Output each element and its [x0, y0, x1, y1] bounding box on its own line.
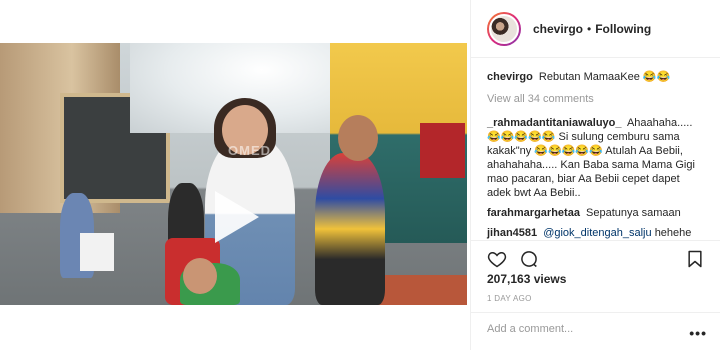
scene-man-head: [338, 115, 378, 161]
caption-text: Rebutan MamaaKee 😂😂: [538, 71, 671, 83]
following-button[interactable]: Following: [595, 22, 651, 36]
video-player[interactable]: OMED: [0, 43, 467, 305]
caption-username[interactable]: chevirgo: [487, 71, 533, 83]
scene-building-left: [0, 43, 170, 213]
comment-username[interactable]: farahmargarhetaa: [487, 207, 580, 219]
comment-username[interactable]: _rahmadantitaniawaluyo_: [487, 117, 622, 129]
caption: chevirgo Rebutan MamaaKee 😂😂: [487, 70, 705, 84]
separator-dot: •: [587, 21, 592, 36]
post-timestamp[interactable]: 1 DAY AGO: [487, 294, 532, 303]
comment-icon[interactable]: [519, 249, 539, 269]
heart-icon[interactable]: [487, 249, 507, 269]
comment-mention[interactable]: @giok_ditengah_salju: [543, 227, 651, 239]
post-dialog: OMED chevirgo • Following chevirgo Rebut…: [0, 0, 720, 350]
media-panel: OMED: [0, 0, 470, 350]
comment-text: Sepatunya samaan: [586, 207, 681, 219]
add-comment-placeholder[interactable]: Add a comment...: [487, 323, 573, 335]
username-link[interactable]: chevirgo: [533, 22, 583, 36]
view-count[interactable]: 207,163 views: [487, 272, 566, 286]
comment-item: jihan4581 @giok_ditengah_salju hehehe: [487, 226, 705, 240]
comment-item: _rahmadantitaniawaluyo_ Ahaahaha.....😂😂😂…: [487, 116, 705, 200]
scene-shopping-bag: [80, 233, 114, 271]
scene-sign: [420, 123, 465, 178]
scene-bench: [372, 275, 467, 305]
comments-list[interactable]: chevirgo Rebutan MamaaKee 😂😂 View all 34…: [471, 58, 720, 240]
bookmark-icon[interactable]: [685, 249, 705, 269]
comment-text: hehehe: [654, 227, 692, 239]
avatar[interactable]: [487, 11, 521, 46]
view-all-comments-link[interactable]: View all 34 comments: [487, 92, 705, 106]
comment-username[interactable]: jihan4581: [487, 227, 537, 239]
post-info-panel: chevirgo • Following chevirgo Rebutan Ma…: [470, 0, 720, 350]
video-watermark: OMED: [228, 143, 271, 158]
action-bar: [471, 240, 720, 272]
add-comment-field[interactable]: Add a comment... •••: [471, 312, 720, 350]
scene-boy-head: [183, 258, 217, 294]
play-icon[interactable]: [211, 189, 261, 245]
scene-man: [315, 153, 385, 305]
comment-text: Ahaahaha.....😂😂😂😂😂 Si sulung cemburu sam…: [487, 117, 695, 199]
more-options-icon[interactable]: •••: [689, 325, 707, 341]
post-header: chevirgo • Following: [471, 0, 720, 58]
comment-item: farahmargarhetaa Sepatunya samaan: [487, 206, 705, 220]
